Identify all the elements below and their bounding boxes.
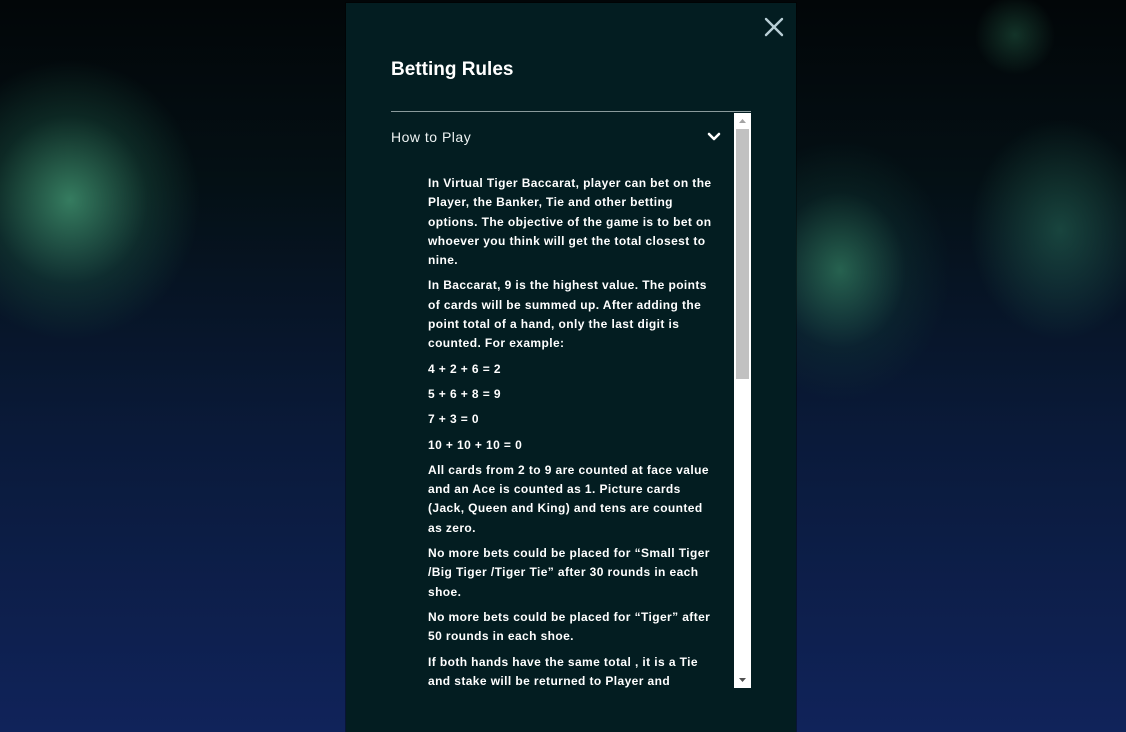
betting-rules-modal: Betting Rules How to Play In Virtual Tig… (346, 3, 796, 732)
scroll-up-arrow-icon (739, 119, 746, 123)
scroll-down-arrow-icon (739, 678, 746, 682)
scroll-thumb[interactable] (736, 129, 749, 379)
accordion-header-how-to-play[interactable]: How to Play (391, 112, 733, 160)
accordion-header-label: How to Play (391, 129, 472, 145)
example-line: 7 + 3 = 0 (428, 412, 479, 427)
example-line: 5 + 6 + 8 = 9 (428, 386, 501, 401)
rule-paragraph: All cards from 2 to 9 are counted at fac… (428, 462, 709, 535)
example-line: 10 + 10 + 10 = 0 (428, 437, 523, 452)
modal-title: Betting Rules (391, 59, 514, 80)
how-to-play-content: In Virtual Tiger Baccarat, player can be… (428, 174, 720, 689)
scroll-up-button[interactable] (734, 113, 751, 129)
rule-paragraph: In Baccarat, 9 is the highest value. The… (428, 278, 707, 351)
rule-paragraph: No more bets could be placed for “Tiger”… (428, 609, 711, 644)
rules-accordion: How to Play In Virtual Tiger Baccarat, p… (391, 111, 751, 689)
rule-paragraph: In Virtual Tiger Baccarat, player can be… (428, 176, 712, 268)
rule-paragraph: No more bets could be placed for “Small … (428, 546, 710, 599)
content-scrollbar[interactable] (734, 113, 751, 688)
scroll-down-button[interactable] (734, 672, 751, 688)
close-x-icon (764, 17, 784, 37)
chevron-down-icon (707, 132, 721, 141)
rule-paragraph: If both hands have the same total , it i… (428, 654, 698, 688)
scroll-track[interactable] (734, 129, 751, 672)
example-line: 4 + 2 + 6 = 2 (428, 361, 501, 376)
close-button[interactable] (762, 15, 786, 39)
